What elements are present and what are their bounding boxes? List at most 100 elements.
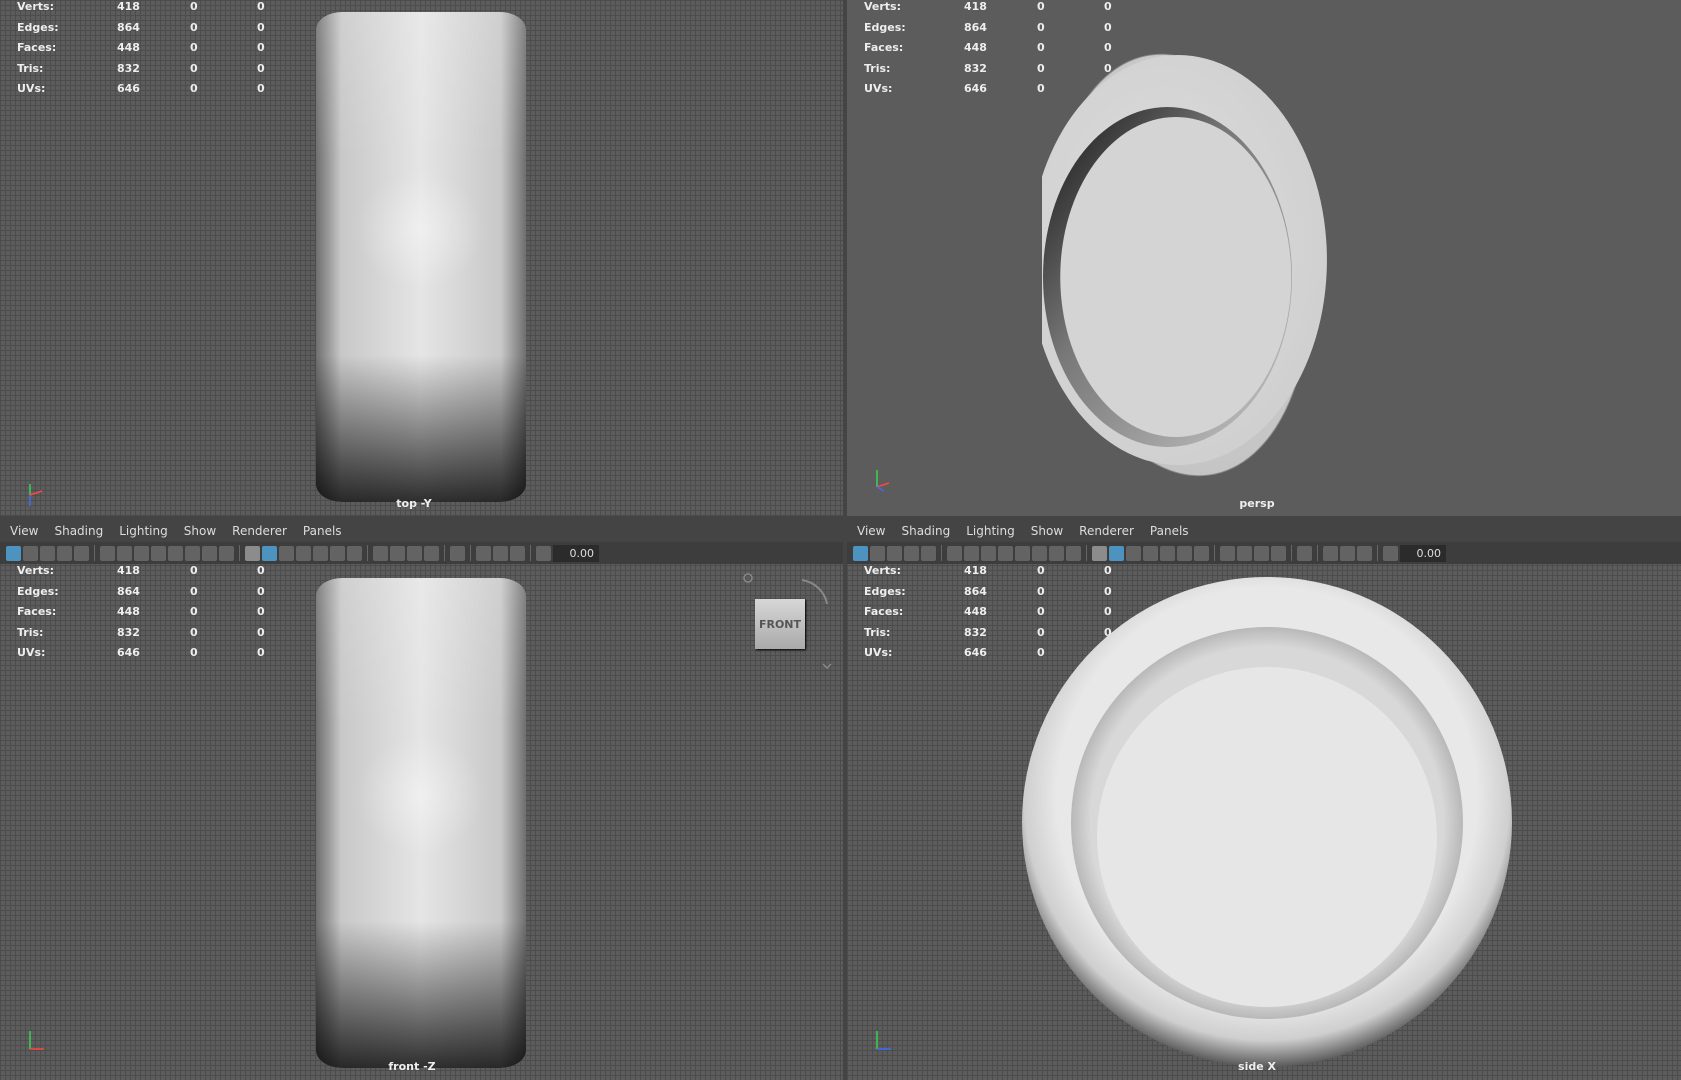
shadows-icon[interactable] <box>347 545 362 561</box>
menu-renderer[interactable]: Renderer <box>1079 524 1134 538</box>
isolate-select-icon[interactable] <box>450 545 465 561</box>
menu-panels[interactable]: Panels <box>1150 524 1189 538</box>
stat-value: 646 <box>117 82 140 95</box>
exposure-field[interactable]: 0.00 <box>553 544 599 562</box>
safe-action-icon[interactable] <box>1049 545 1064 561</box>
panel-toolbar: 0.00 <box>847 542 1681 564</box>
select-camera-icon[interactable] <box>6 545 21 561</box>
2d-pan-zoom-icon[interactable] <box>74 545 89 561</box>
stat-label: Verts: <box>17 0 55 13</box>
wireframe-on-shaded-icon[interactable] <box>296 545 311 561</box>
gate-mask-icon[interactable] <box>168 545 183 561</box>
wireframe-icon[interactable] <box>245 545 260 561</box>
menu-renderer[interactable]: Renderer <box>232 524 287 538</box>
menu-view[interactable]: View <box>10 524 38 538</box>
stat-value: 0 <box>257 625 265 639</box>
menu-panels[interactable]: Panels <box>303 524 342 538</box>
grease-pencil-icon[interactable] <box>100 545 115 561</box>
grid-icon[interactable] <box>964 545 979 561</box>
film-gate-icon[interactable] <box>134 545 149 561</box>
toolbar-separator <box>1377 545 1378 561</box>
grid-icon[interactable] <box>117 545 132 561</box>
resolution-gate-icon[interactable] <box>151 545 166 561</box>
view-cube-rotate-arrows-icon[interactable] <box>740 570 840 680</box>
menu-lighting[interactable]: Lighting <box>119 524 168 538</box>
xray-joints-icon[interactable] <box>1357 545 1372 561</box>
menu-lighting[interactable]: Lighting <box>966 524 1015 538</box>
wireframe-icon[interactable] <box>1092 545 1107 561</box>
xray-active-components-icon[interactable] <box>493 545 508 561</box>
viewport-front[interactable]: View Shading Lighting Show Renderer Pane… <box>0 520 843 1080</box>
gate-mask-icon[interactable] <box>1015 545 1030 561</box>
exposure-icon[interactable] <box>536 545 551 561</box>
use-all-lights-icon[interactable] <box>330 545 345 561</box>
stat-value: 0 <box>190 61 198 75</box>
film-gate-icon[interactable] <box>981 545 996 561</box>
stat-row-edges: Edges: 864 0 0 <box>864 21 1112 42</box>
camera-label: top -Y <box>396 497 432 510</box>
stat-value: 832 <box>117 625 140 639</box>
field-chart-icon[interactable] <box>1032 545 1047 561</box>
xray-icon[interactable] <box>476 545 491 561</box>
depth-of-field-icon[interactable] <box>1271 545 1286 561</box>
multisample-anti-aliasing-icon[interactable] <box>1254 545 1269 561</box>
stat-value: 0 <box>190 605 198 618</box>
safe-title-icon[interactable] <box>1066 545 1081 561</box>
tire-front-face <box>1042 55 1327 465</box>
stat-value: 0 <box>1037 20 1045 34</box>
exposure-field[interactable]: 0.00 <box>1400 544 1446 562</box>
screen-space-ambient-occlusion-icon[interactable] <box>373 545 388 561</box>
smooth-shade-icon[interactable] <box>262 545 277 561</box>
screen-space-ambient-occlusion-icon[interactable] <box>1220 545 1235 561</box>
safe-title-icon[interactable] <box>219 545 234 561</box>
image-plane-icon[interactable] <box>904 545 919 561</box>
grease-pencil-icon[interactable] <box>947 545 962 561</box>
viewport-top[interactable]: Verts: 418 0 0 Edges: 864 0 0 Faces: 448 0 0 Tris… <box>0 0 843 516</box>
textured-icon[interactable] <box>1160 545 1175 561</box>
bookmarks-icon[interactable] <box>40 545 55 561</box>
menu-view[interactable]: View <box>857 524 885 538</box>
exposure-icon[interactable] <box>1383 545 1398 561</box>
viewport-persp[interactable]: Verts: 418 0 0 Edges: 864 0 0 Faces: 448 0 0 Tris… <box>847 0 1681 516</box>
isolate-select-icon[interactable] <box>1297 545 1312 561</box>
depth-of-field-icon[interactable] <box>424 545 439 561</box>
shadows-icon[interactable] <box>1194 545 1209 561</box>
motion-blur-icon[interactable] <box>1237 545 1252 561</box>
2d-pan-zoom-icon[interactable] <box>921 545 936 561</box>
resolution-gate-icon[interactable] <box>998 545 1013 561</box>
menu-show[interactable]: Show <box>184 524 216 538</box>
xray-joints-icon[interactable] <box>510 545 525 561</box>
menu-shading[interactable]: Shading <box>901 524 950 538</box>
select-camera-icon[interactable] <box>853 545 868 561</box>
xray-icon[interactable] <box>1323 545 1338 561</box>
viewport-side[interactable]: View Shading Lighting Show Renderer Pane… <box>847 520 1681 1080</box>
wireframe-on-shaded-icon[interactable] <box>1143 545 1158 561</box>
stat-label: Faces: <box>17 41 57 54</box>
toolbar-separator <box>444 545 445 561</box>
toolbar-separator <box>94 545 95 561</box>
safe-action-icon[interactable] <box>202 545 217 561</box>
menu-show[interactable]: Show <box>1031 524 1063 538</box>
stat-label: UVs: <box>17 646 46 659</box>
multisample-anti-aliasing-icon[interactable] <box>407 545 422 561</box>
stat-label: UVs: <box>864 646 893 659</box>
panel-menu-bar: View Shading Lighting Show Renderer Pane… <box>847 520 1681 542</box>
menu-shading[interactable]: Shading <box>54 524 103 538</box>
default-material-icon[interactable] <box>1126 545 1141 561</box>
xray-active-components-icon[interactable] <box>1340 545 1355 561</box>
stat-value: 0 <box>257 61 265 75</box>
stat-row-verts: Verts: 418 0 0 <box>864 0 1112 21</box>
default-material-icon[interactable] <box>279 545 294 561</box>
stat-value: 864 <box>964 20 987 34</box>
smooth-shade-icon[interactable] <box>1109 545 1124 561</box>
textured-icon[interactable] <box>313 545 328 561</box>
bookmarks-icon[interactable] <box>887 545 902 561</box>
camera-attributes-icon[interactable] <box>870 545 885 561</box>
stat-label: Verts: <box>864 0 902 13</box>
camera-attributes-icon[interactable] <box>23 545 38 561</box>
field-chart-icon[interactable] <box>185 545 200 561</box>
use-all-lights-icon[interactable] <box>1177 545 1192 561</box>
image-plane-icon[interactable] <box>57 545 72 561</box>
tire-model[interactable] <box>1022 575 1512 1070</box>
motion-blur-icon[interactable] <box>390 545 405 561</box>
